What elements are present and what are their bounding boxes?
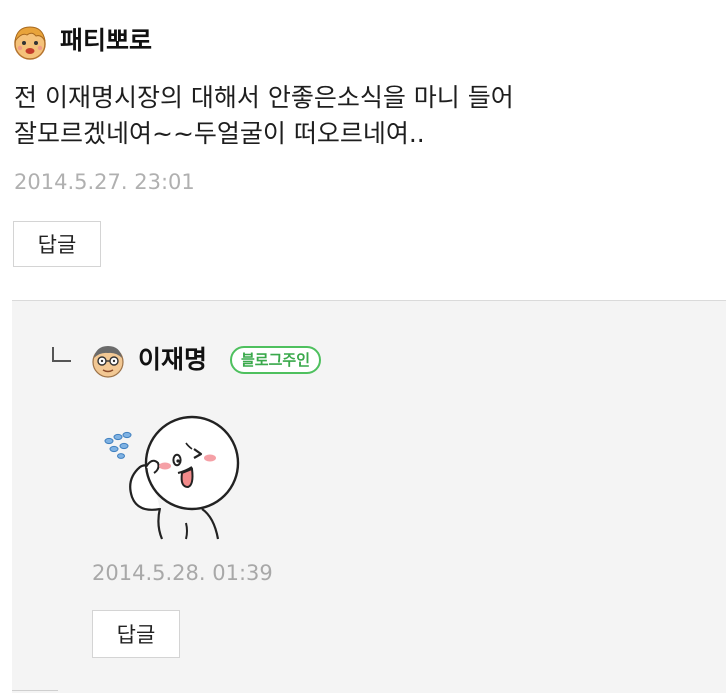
reply-arrow-icon: [52, 347, 71, 362]
glasses-man-avatar-icon[interactable]: [90, 343, 126, 379]
comment-item: 패티뽀로 전 이재명시장의 대해서 안좋은소식을 마니 들어 잘모르겠네여~~두…: [0, 0, 726, 300]
comment-line: 전 이재명시장의 대해서 안좋은소식을 마니 들어: [14, 83, 514, 112]
divider: [12, 690, 58, 691]
reply-date: 2014.5.28. 01:39: [92, 561, 273, 585]
comment-author-name[interactable]: 패티뽀로: [60, 24, 152, 58]
reply-button[interactable]: 답글: [92, 610, 180, 658]
wink-tongue-sticker-icon: [104, 415, 240, 540]
reply-item: 이재명 블로그주인 2014.5.28. 01:39 답글: [12, 300, 726, 693]
reply-author-name[interactable]: 이재명: [138, 343, 207, 377]
comment-body: 전 이재명시장의 대해서 안좋은소식을 마니 들어 잘모르겠네여~~두얼굴이 떠…: [14, 80, 714, 152]
comment-date: 2014.5.27. 23:01: [14, 170, 195, 194]
reply-button[interactable]: 답글: [13, 221, 101, 267]
emoji-face-avatar-icon[interactable]: [11, 23, 49, 61]
blog-owner-badge: 블로그주인: [230, 346, 322, 374]
comment-line: 잘모르겠네여~~두얼굴이 떠오르네여..: [14, 119, 425, 148]
